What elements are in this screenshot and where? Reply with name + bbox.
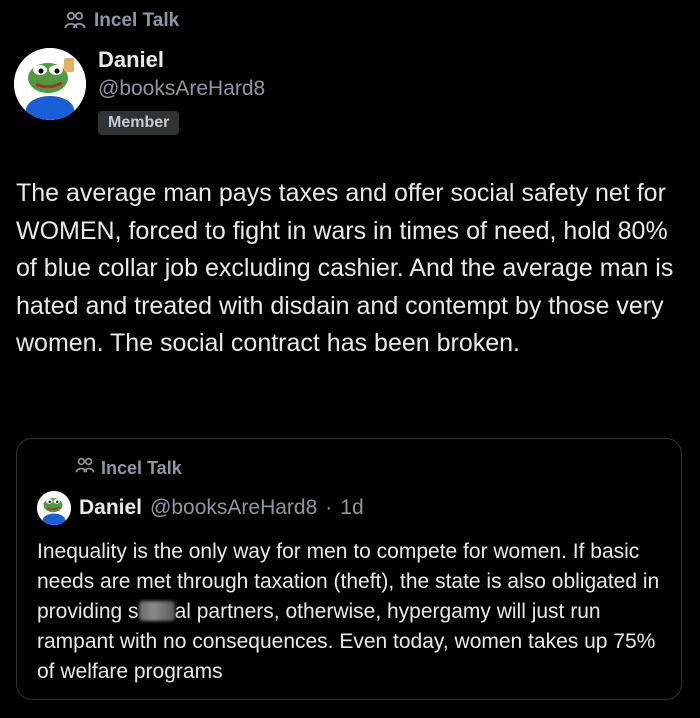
quote-author-name[interactable]: Daniel (79, 496, 142, 520)
author-block: Daniel @booksAreHard8 Member (98, 47, 265, 135)
quote-text: Inequality is the only way for men to co… (37, 537, 677, 687)
author-name[interactable]: Daniel (98, 47, 265, 73)
quote-separator: · (325, 496, 333, 519)
post-text: The average man pays taxes and offer soc… (16, 179, 681, 357)
quote-community-name[interactable]: Incel Talk (101, 458, 182, 479)
community-row[interactable]: Incel Talk (64, 10, 179, 32)
quote-avatar[interactable] (37, 491, 71, 525)
quote-author-handle[interactable]: @booksAreHard8 (150, 496, 317, 520)
avatar[interactable] (14, 48, 86, 120)
quote-header: Daniel @booksAreHard8 · 1d (37, 491, 364, 525)
community-name[interactable]: Incel Talk (94, 10, 179, 32)
quote-card[interactable]: Incel Talk Daniel @booksAreHard8 · 1d In… (16, 438, 682, 700)
author-handle[interactable]: @booksAreHard8 (98, 75, 265, 103)
censor-blur (138, 601, 175, 621)
community-people-icon (64, 11, 86, 31)
quote-timestamp[interactable]: 1d (340, 496, 363, 520)
frog-avatar-icon (14, 48, 86, 120)
community-people-icon (75, 457, 95, 480)
quote-community-row[interactable]: Incel Talk (75, 457, 182, 480)
member-badge: Member (98, 111, 180, 135)
frog-avatar-icon (37, 491, 71, 525)
